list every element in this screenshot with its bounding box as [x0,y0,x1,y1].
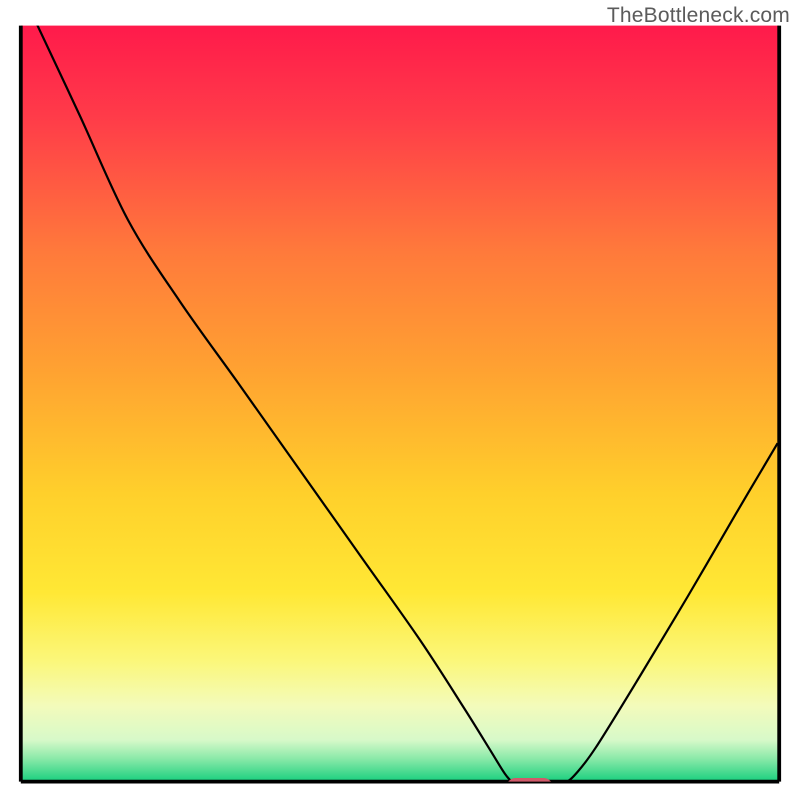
chart-container: TheBottleneck.com [0,0,800,800]
optimum-marker [506,778,552,796]
chart-svg [0,0,800,800]
watermark-text: TheBottleneck.com [607,4,790,28]
gradient-background [21,26,779,782]
